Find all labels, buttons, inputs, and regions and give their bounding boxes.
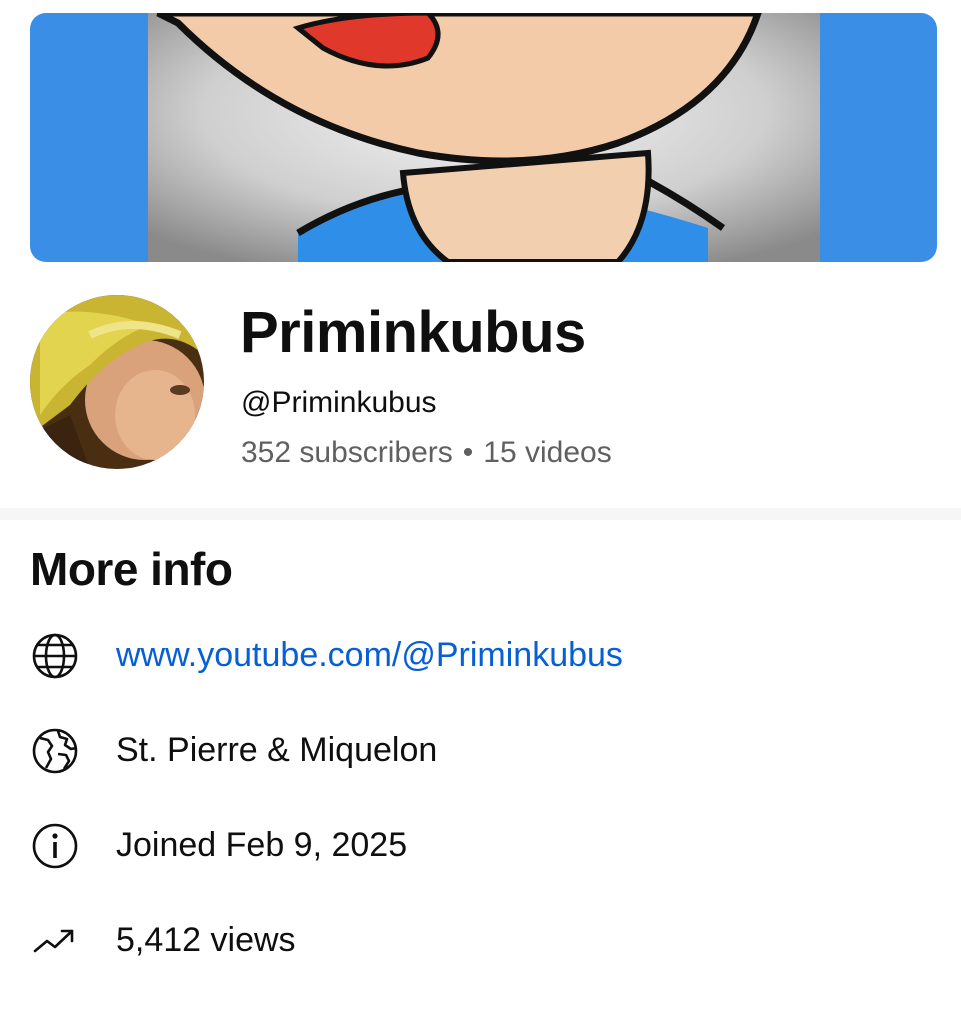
stats-separator: • <box>462 436 474 469</box>
avatar-image <box>30 295 204 469</box>
info-row-joined: Joined Feb 9, 2025 <box>30 817 930 873</box>
banner-image <box>148 13 820 262</box>
channel-avatar[interactable] <box>30 295 204 469</box>
channel-url-link[interactable]: www.youtube.com/@Priminkubus <box>116 635 623 675</box>
section-divider <box>0 508 961 520</box>
channel-name: Priminkubus <box>240 300 586 365</box>
subscriber-count: 352 subscribers <box>241 436 453 469</box>
country-globe-icon <box>32 728 78 774</box>
channel-stats: 352 subscribers • 15 videos <box>241 434 612 472</box>
info-row-link[interactable]: www.youtube.com/@Priminkubus <box>30 627 930 683</box>
info-row-views: 5,412 views <box>30 912 930 968</box>
channel-banner <box>30 13 937 262</box>
video-count: 15 videos <box>483 436 612 469</box>
country-text: St. Pierre & Miquelon <box>116 731 438 769</box>
info-icon <box>32 823 78 869</box>
globe-icon <box>32 633 78 679</box>
channel-handle: @Priminkubus <box>241 386 437 419</box>
joined-date-text: Joined Feb 9, 2025 <box>116 826 408 864</box>
trending-up-icon <box>33 929 74 953</box>
info-row-country: St. Pierre & Miquelon <box>30 722 930 778</box>
more-info-heading: More info <box>30 543 233 595</box>
view-count-text: 5,412 views <box>116 921 296 959</box>
